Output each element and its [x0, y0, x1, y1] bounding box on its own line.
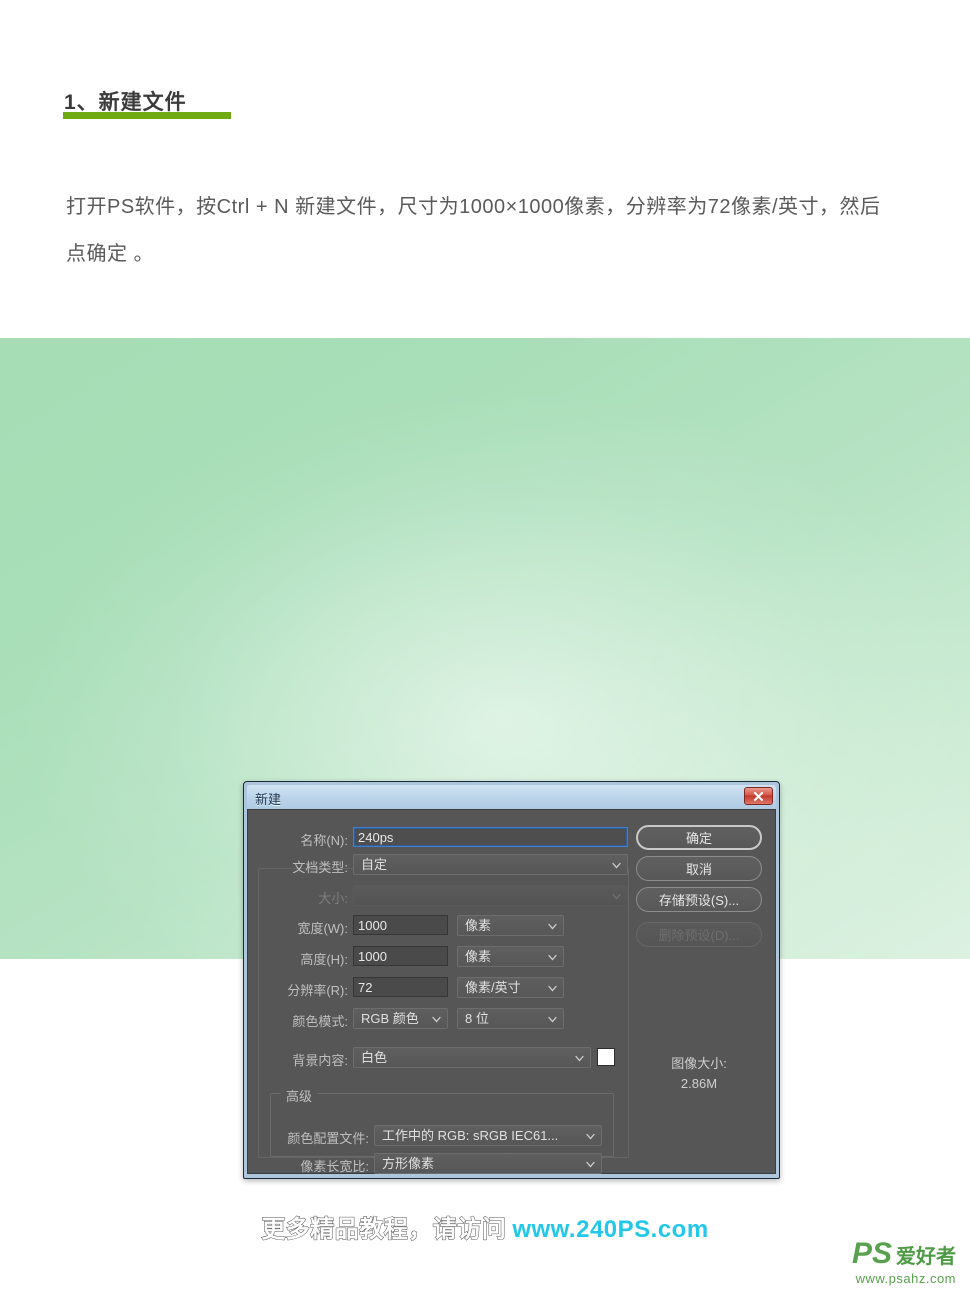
- document-type-label: 文档类型:: [292, 860, 348, 875]
- chevron-down-icon: [611, 860, 622, 871]
- resolution-unit-value: 像素/英寸: [465, 980, 521, 995]
- height-input[interactable]: 1000: [353, 946, 448, 966]
- new-document-dialog: 新建 名称(N): 240ps 文档类型: 自定 大小: 宽度(W): 1000…: [243, 781, 780, 1179]
- dialog-titlebar[interactable]: 新建: [247, 785, 776, 809]
- save-preset-button[interactable]: 存储预设(S)...: [636, 887, 762, 912]
- close-button[interactable]: [744, 787, 773, 805]
- dialog-title: 新建: [255, 792, 282, 807]
- pixel-aspect-select[interactable]: 方形像素: [374, 1153, 602, 1174]
- logo-ps-text: PS: [851, 1237, 892, 1270]
- delete-preset-button: 删除预设(D)...: [636, 922, 762, 947]
- advanced-legend: 高级: [281, 1086, 318, 1105]
- resolution-input[interactable]: 72: [353, 977, 448, 997]
- chevron-down-icon: [611, 891, 622, 902]
- chevron-down-icon: [547, 952, 558, 963]
- color-mode-label: 颜色模式:: [292, 1014, 348, 1029]
- background-color-swatch[interactable]: [597, 1048, 615, 1066]
- width-unit-select[interactable]: 像素: [457, 915, 564, 936]
- pixel-aspect-value: 方形像素: [382, 1156, 435, 1171]
- height-unit-value: 像素: [465, 949, 492, 964]
- width-input[interactable]: 1000: [353, 915, 448, 935]
- color-mode-select[interactable]: RGB 颜色: [353, 1008, 448, 1029]
- image-size-value: 2.86M: [680, 1076, 718, 1091]
- logo-cn-text: 爱好者: [896, 1246, 956, 1268]
- document-type-select[interactable]: 自定: [353, 854, 628, 875]
- pixel-aspect-label: 像素长宽比:: [300, 1159, 369, 1174]
- article-section: 1、新建文件 打开PS软件，按Ctrl + N 新建文件，尺寸为1000×100…: [0, 0, 970, 338]
- image-size-label: 图像大小:: [671, 1056, 727, 1071]
- width-label: 宽度(W):: [297, 921, 348, 936]
- bit-depth-value: 8 位: [465, 1011, 489, 1026]
- watermark-url: www.240PS.com: [512, 1216, 709, 1244]
- color-profile-select[interactable]: 工作中的 RGB: sRGB IEC61...: [374, 1125, 602, 1146]
- document-type-value: 自定: [361, 857, 388, 872]
- width-unit-value: 像素: [465, 918, 492, 933]
- watermark-text: 更多精品教程，请访问: [261, 1216, 507, 1244]
- bit-depth-select[interactable]: 8 位: [457, 1008, 564, 1029]
- cancel-button[interactable]: 取消: [636, 856, 762, 881]
- size-label: 大小:: [318, 891, 348, 906]
- name-input[interactable]: 240ps: [353, 827, 628, 847]
- chevron-down-icon: [585, 1159, 596, 1170]
- color-mode-value: RGB 颜色: [361, 1011, 419, 1026]
- dialog-body: 名称(N): 240ps 文档类型: 自定 大小: 宽度(W): 1000 像素…: [247, 809, 776, 1174]
- color-profile-label: 颜色配置文件:: [287, 1131, 369, 1146]
- watermark: 更多精品教程，请访问 www.240PS.com: [0, 1209, 970, 1244]
- chevron-down-icon: [585, 1131, 596, 1142]
- chevron-down-icon: [547, 921, 558, 932]
- chevron-down-icon: [431, 1014, 442, 1025]
- screenshot-canvas: 新建 名称(N): 240ps 文档类型: 自定 大小: 宽度(W): 1000…: [0, 338, 970, 1286]
- background-content-value: 白色: [361, 1050, 388, 1065]
- background-content-label: 背景内容:: [292, 1053, 348, 1068]
- ok-button[interactable]: 确定: [636, 825, 762, 850]
- chevron-down-icon: [574, 1053, 585, 1064]
- resolution-unit-select[interactable]: 像素/英寸: [457, 977, 564, 998]
- article-paragraph: 打开PS软件，按Ctrl + N 新建文件，尺寸为1000×1000像素，分辨率…: [66, 196, 881, 265]
- resolution-label: 分辨率(R):: [287, 983, 348, 998]
- color-profile-value: 工作中的 RGB: sRGB IEC61...: [382, 1128, 559, 1143]
- name-label: 名称(N):: [300, 833, 348, 848]
- chevron-down-icon: [547, 983, 558, 994]
- size-select: [353, 885, 628, 906]
- heading-underline: [63, 112, 231, 119]
- height-unit-select[interactable]: 像素: [457, 946, 564, 967]
- background-content-select[interactable]: 白色: [353, 1047, 591, 1068]
- logo-wordmark: PS 爱好者: [824, 1237, 956, 1271]
- chevron-down-icon: [547, 1014, 558, 1025]
- site-logo: PS 爱好者 www.psahz.com: [824, 1237, 956, 1290]
- logo-url: www.psahz.com: [855, 1271, 956, 1286]
- close-icon: [753, 791, 764, 802]
